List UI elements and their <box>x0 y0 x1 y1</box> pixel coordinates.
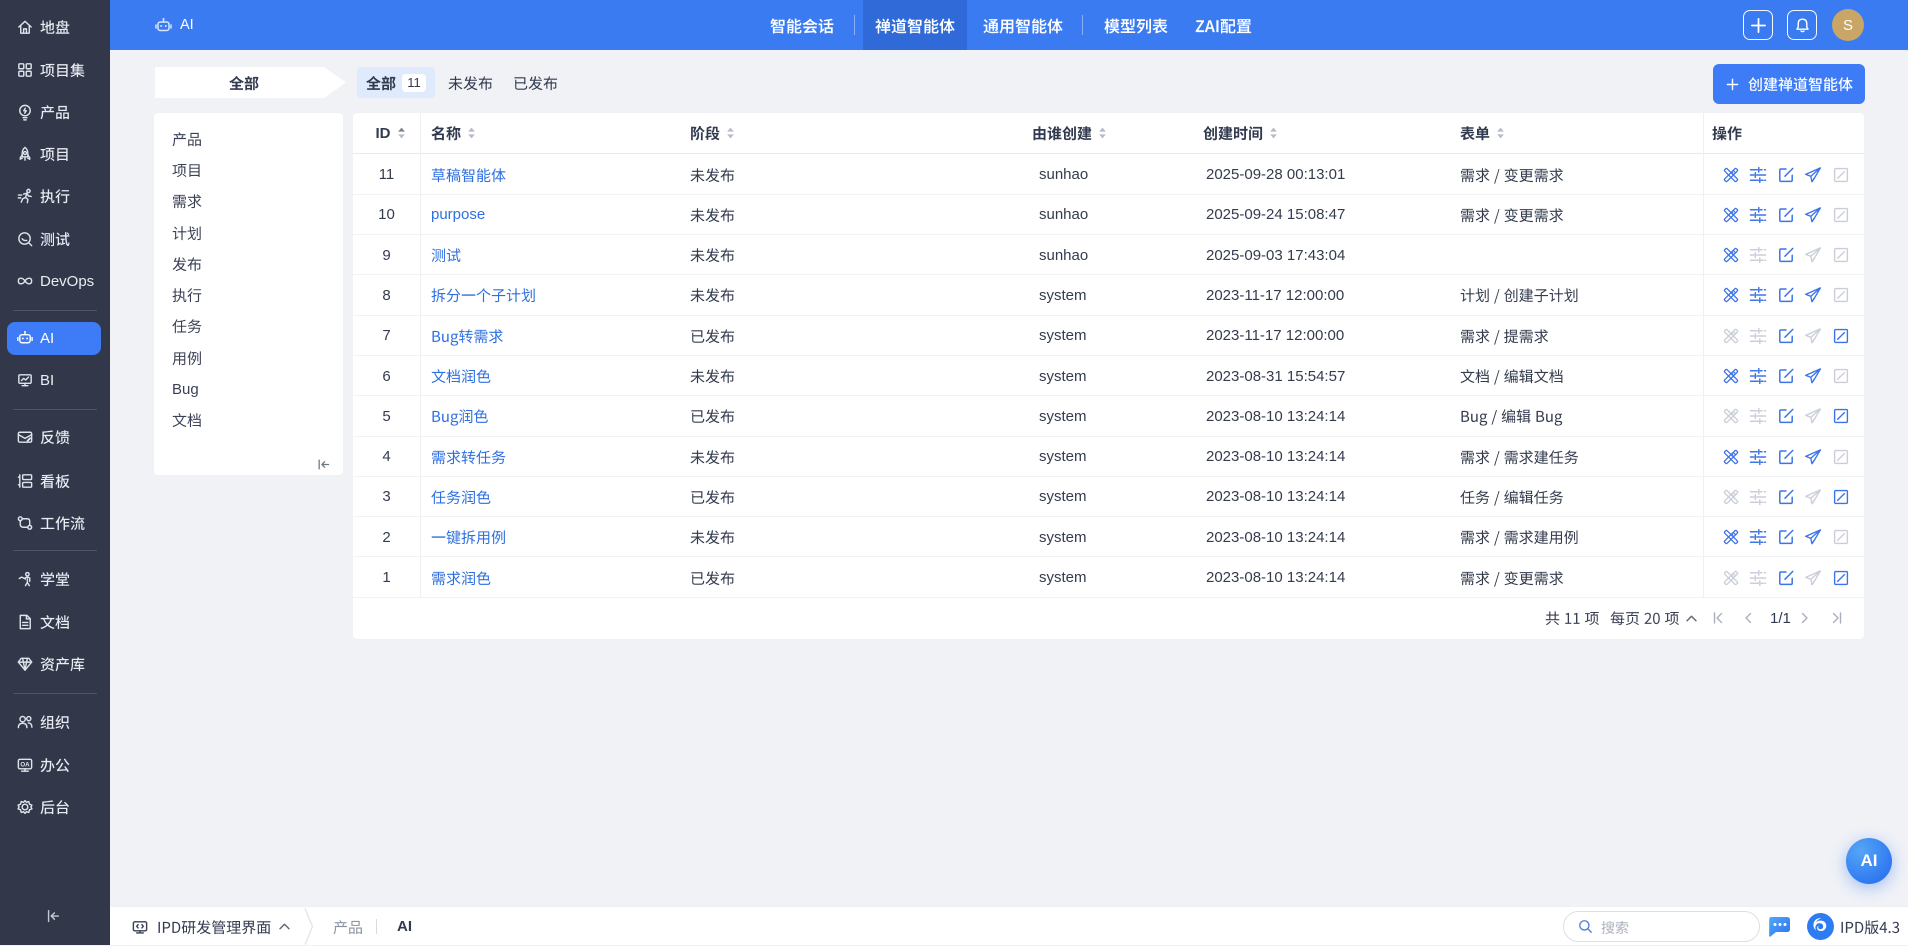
svg-text:OA: OA <box>20 761 30 768</box>
